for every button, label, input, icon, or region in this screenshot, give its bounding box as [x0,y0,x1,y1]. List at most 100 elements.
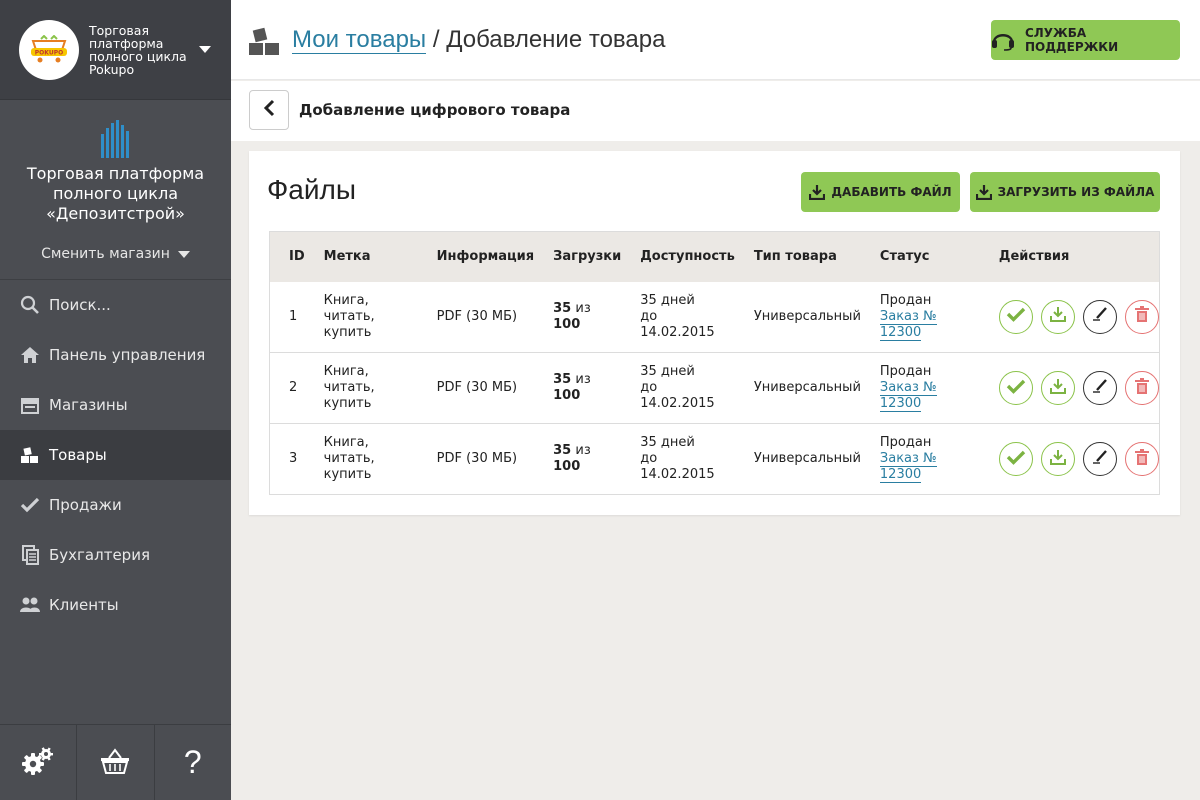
cell-type: Универсальный [753,451,861,466]
nav-label: Клиенты [49,596,119,614]
nav-label: Панель управления [49,346,206,364]
support-button[interactable]: СЛУЖБА ПОДДЕРЖКИ [991,20,1180,60]
label-line: купить [323,396,372,411]
download-button[interactable] [1040,442,1075,476]
nav-label: Товары [49,446,107,464]
downloads-used: 35 [553,443,572,458]
status-text: Продан [879,435,932,450]
sidebar: POKUPO Торговая платформа полного цикла … [0,0,231,800]
files-panel: Файлы ДАБАВИТЬ ФАЙЛ ЗАГРУЗИТЬ ИЗ ФАЙЛА I… [249,151,1180,515]
availability-date: до 14.02.2015 [640,380,715,411]
cell-status: Продан Заказ № 12300 [861,424,980,495]
approve-button[interactable] [998,371,1033,405]
downloads-total: 100 [553,316,581,332]
order-link[interactable]: Заказ № 12300 [879,451,937,483]
main-nav: Поиск... Панель управления Магазины Това… [0,280,231,630]
download-icon [1049,306,1066,327]
cell-id: 1 [289,308,298,324]
approve-button[interactable] [998,299,1033,334]
nav-clients[interactable]: Клиенты [0,580,231,630]
edit-button[interactable] [1082,442,1117,476]
sidebar-footer: ? [0,724,231,800]
cell-downloads: 35 из 100 [534,282,621,353]
cell-actions [980,282,1160,353]
download-button[interactable] [1040,371,1075,405]
breadcrumb: Мои товары / Добавление товара [292,26,665,54]
pokupo-logo: POKUPO [19,19,79,80]
subheader: Добавление цифрового товара [231,81,1200,141]
downloads-of: из [575,300,591,316]
order-link[interactable]: Заказ № 12300 [879,380,937,412]
delete-button[interactable] [1124,371,1159,405]
cell-availability: 35 дней до 14.02.2015 [621,353,735,424]
store-block: Торговая платформа полного цикла «Депози… [0,100,231,280]
switch-store-button[interactable]: Сменить магазин [0,246,231,262]
order-link[interactable]: Заказ № 12300 [879,308,937,341]
back-button[interactable] [249,90,289,130]
trash-icon [1134,305,1150,328]
cell-info: PDF (30 МБ) [436,308,518,324]
cell-status: Продан Заказ № 12300 [861,353,980,424]
download-icon [975,184,992,200]
nav-accounting[interactable]: Бухгалтерия [0,530,231,580]
delete-button[interactable] [1124,442,1159,476]
upload-from-file-label: ЗАГРУЗИТЬ ИЗ ФАЙЛА [997,185,1155,199]
boxes-icon [248,26,280,60]
add-file-button[interactable]: ДАБАВИТЬ ФАЙЛ [801,172,960,212]
settings-button[interactable] [0,725,78,800]
downloads-total: 100 [553,459,581,474]
cell-label: Книга, читать, купить [305,353,418,424]
label-line: купить [323,467,372,482]
support-label: СЛУЖБА ПОДДЕРЖКИ [1025,26,1119,54]
store-icon [20,395,40,415]
downloads-of: из [575,443,591,458]
edit-button[interactable] [1082,299,1117,334]
downloads-of: из [575,372,591,387]
column-header: Информация [417,231,535,282]
availability-days: 35 дней [640,364,695,379]
approve-button[interactable] [998,442,1033,476]
boxes-icon [20,445,40,465]
upload-from-file-button[interactable]: ЗАГРУЗИТЬ ИЗ ФАЙЛА [970,172,1160,212]
edit-button[interactable] [1082,371,1117,405]
nav-products[interactable]: Товары [0,430,231,480]
cell-type: Универсальный [753,380,861,395]
delete-button[interactable] [1124,299,1159,334]
status-text: Продан [879,364,932,379]
cart-button[interactable] [77,725,155,800]
download-button[interactable] [1040,299,1075,334]
brand-switcher[interactable]: POKUPO Торговая платформа полного цикла … [0,0,231,100]
help-button[interactable]: ? [155,725,231,800]
availability-days: 35 дней [640,435,695,450]
add-file-label: ДАБАВИТЬ ФАЙЛ [831,185,952,199]
column-header: Доступность [621,231,735,282]
cell-actions [980,353,1160,424]
gears-icon [21,746,55,780]
check-icon [1006,306,1026,327]
cell-label: Книга, читать, купить [305,282,418,353]
download-icon [809,184,826,200]
status-text: Продан [879,292,932,308]
check-icon [1006,378,1026,399]
cell-downloads: 35 из 100 [534,424,621,495]
breadcrumb-current: Добавление товара [446,26,666,53]
cell-actions [980,424,1160,495]
cell-availability: 35 дней до 14.02.2015 [621,424,735,495]
nav-sales[interactable]: Продажи [0,480,231,530]
pencil-icon [1091,377,1109,400]
nav-dashboard[interactable]: Панель управления [0,330,231,380]
table-header-row: ID Метка Информация Загрузки Доступность… [269,231,1160,282]
availability-date: до 14.02.2015 [640,451,715,482]
column-header: Метка [304,231,418,282]
cell-downloads: 35 из 100 [534,353,621,424]
check-icon [20,495,40,515]
trash-icon [1134,377,1150,400]
nav-stores[interactable]: Магазины [0,380,231,430]
cell-label: Книга, читать, купить [305,424,418,495]
switch-store-label: Сменить магазин [41,246,170,262]
search-icon [20,295,40,315]
breadcrumb-my-products-link[interactable]: Мои товары [292,26,427,54]
nav-search[interactable]: Поиск... [0,280,231,330]
availability-date: до 14.02.2015 [640,308,715,340]
store-name: Торговая платформа полного цикла «Депози… [26,164,205,223]
